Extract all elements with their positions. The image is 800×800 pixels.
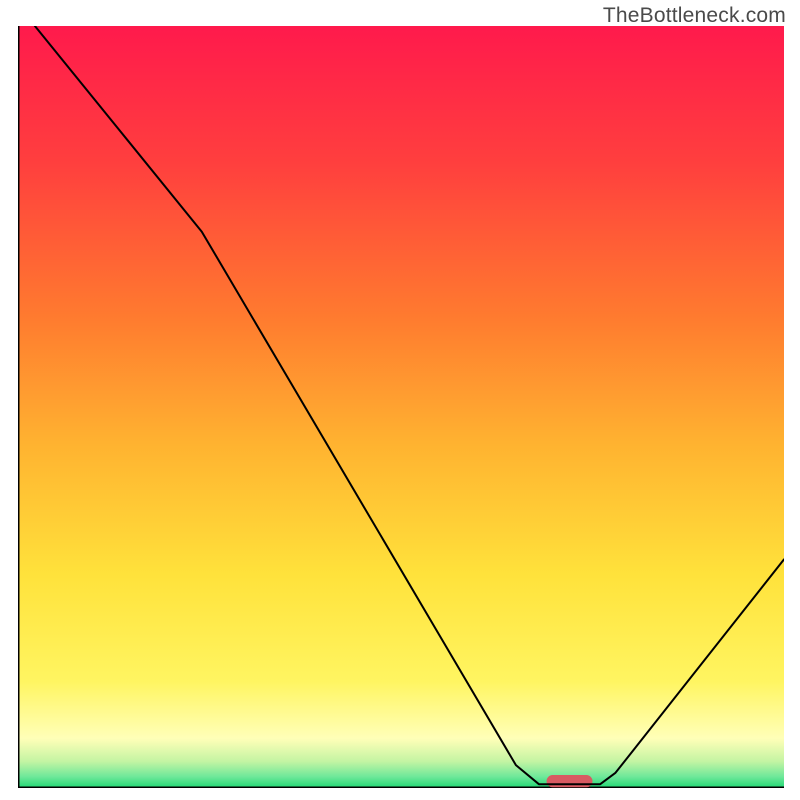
plot-area (18, 26, 784, 788)
watermark-text: TheBottleneck.com (603, 4, 786, 28)
marker-pill (547, 775, 593, 787)
gradient-background (18, 26, 784, 788)
chart-svg (18, 26, 784, 788)
chart-container: TheBottleneck.com (0, 0, 800, 800)
